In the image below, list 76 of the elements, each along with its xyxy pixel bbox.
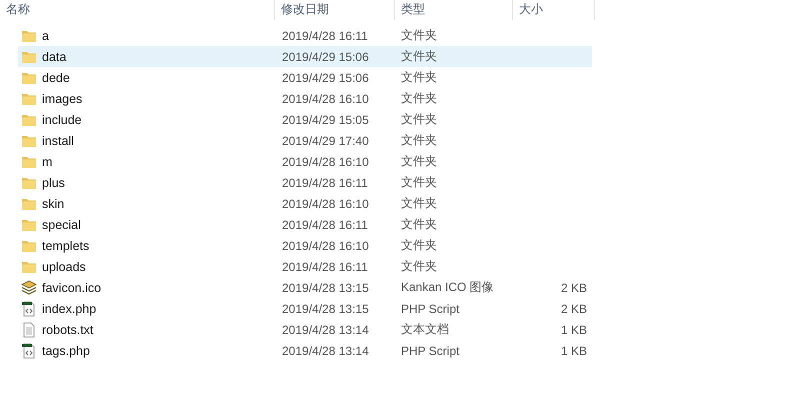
modified-date: 2019/4/28 16:11 [282, 218, 368, 232]
file-type: 文件夹 [401, 69, 437, 86]
modified-date: 2019/4/29 15:06 [282, 70, 369, 84]
layered-cube-icon [21, 280, 37, 296]
file-row[interactable]: a 2019/4/28 16:11 文件夹 [18, 25, 592, 46]
file-name: index.php [42, 302, 96, 316]
modified-date: 2019/4/28 13:14 [282, 322, 369, 336]
file-row[interactable]: templets 2019/4/28 16:10 文件夹 [18, 235, 592, 256]
file-row[interactable]: skin 2019/4/28 16:10 文件夹 [18, 193, 592, 214]
modified-date: 2019/4/28 16:11 [282, 260, 368, 274]
file-type: 文件夹 [401, 153, 437, 170]
column-header[interactable]: 大小 [513, 0, 595, 20]
file-name: skin [42, 196, 64, 210]
file-row[interactable]: tags.php 2019/4/28 13:14 PHP Script 1 KB [18, 340, 592, 361]
file-name: special [42, 218, 81, 232]
file-size: 1 KB [560, 344, 587, 358]
file-row[interactable]: index.php 2019/4/28 13:15 PHP Script 2 KB [18, 298, 592, 319]
column-header[interactable]: 名称 [0, 0, 275, 20]
file-name: a [42, 28, 49, 42]
file-name: tags.php [42, 344, 90, 358]
file-type: 文件夹 [401, 174, 437, 191]
file-row[interactable]: m 2019/4/28 16:10 文件夹 [18, 151, 592, 172]
modified-date: 2019/4/28 16:11 [282, 28, 368, 42]
file-name: robots.txt [42, 322, 94, 336]
file-row[interactable]: data 2019/4/29 15:06 文件夹 [18, 46, 592, 67]
file-row[interactable]: include 2019/4/29 15:05 文件夹 [18, 109, 592, 130]
file-type: 文件夹 [401, 258, 437, 275]
file-name: uploads [42, 260, 86, 274]
modified-date: 2019/4/28 16:10 [282, 154, 369, 168]
modified-date: 2019/4/28 13:15 [282, 280, 369, 294]
modified-date: 2019/4/29 17:40 [282, 134, 369, 148]
file-type: 文件夹 [401, 216, 437, 233]
file-size: 2 KB [560, 302, 587, 316]
file-name: templets [42, 238, 90, 252]
text-file-icon [21, 322, 37, 338]
file-type: Kankan ICO 图像 [401, 279, 494, 296]
file-name: dede [42, 70, 70, 84]
file-type: 文件夹 [401, 90, 437, 107]
file-name: install [42, 134, 74, 148]
modified-date: 2019/4/29 15:05 [282, 112, 369, 126]
file-type: 文件夹 [401, 132, 437, 149]
file-type: 文本文档 [401, 321, 449, 338]
file-row[interactable]: robots.txt 2019/4/28 13:14 文本文档 1 KB [18, 319, 592, 340]
file-name: m [42, 154, 52, 168]
file-name: plus [42, 176, 65, 190]
modified-date: 2019/4/28 16:10 [282, 238, 369, 252]
file-size: 1 KB [560, 322, 587, 336]
modified-date: 2019/4/29 15:06 [282, 50, 369, 64]
file-type: PHP Script [401, 344, 460, 358]
file-name: include [42, 112, 82, 126]
modified-date: 2019/4/28 13:14 [282, 344, 369, 358]
file-row[interactable]: favicon.ico 2019/4/28 13:15 Kankan ICO 图像 2 KB [18, 277, 592, 298]
file-name: images [42, 92, 82, 106]
modified-date: 2019/4/28 16:10 [282, 196, 369, 210]
script-file-icon [21, 300, 37, 316]
file-row[interactable]: special 2019/4/28 16:11 文件夹 [18, 214, 592, 235]
file-row[interactable]: plus 2019/4/28 16:11 文件夹 [18, 172, 592, 193]
script-file-icon [21, 342, 37, 358]
file-type: 文件夹 [401, 27, 437, 44]
column-header[interactable]: 修改日期 [275, 0, 395, 20]
file-type: PHP Script [401, 302, 460, 316]
file-type: 文件夹 [401, 111, 437, 128]
file-row[interactable]: images 2019/4/28 16:10 文件夹 [18, 88, 592, 109]
modified-date: 2019/4/28 13:15 [282, 302, 369, 316]
file-type: 文件夹 [401, 237, 437, 254]
column-header[interactable]: 类型 [395, 0, 513, 20]
file-row[interactable]: dede 2019/4/29 15:06 文件夹 [18, 67, 592, 88]
file-type: 文件夹 [401, 48, 437, 65]
modified-date: 2019/4/28 16:11 [282, 176, 368, 190]
file-type: 文件夹 [401, 195, 437, 212]
modified-date: 2019/4/28 16:10 [282, 92, 369, 106]
file-name: favicon.ico [42, 280, 102, 294]
file-row[interactable]: install 2019/4/29 17:40 文件夹 [18, 130, 592, 151]
file-row[interactable]: uploads 2019/4/28 16:11 文件夹 [18, 256, 592, 277]
file-name: data [42, 50, 66, 64]
file-size: 2 KB [560, 280, 587, 294]
